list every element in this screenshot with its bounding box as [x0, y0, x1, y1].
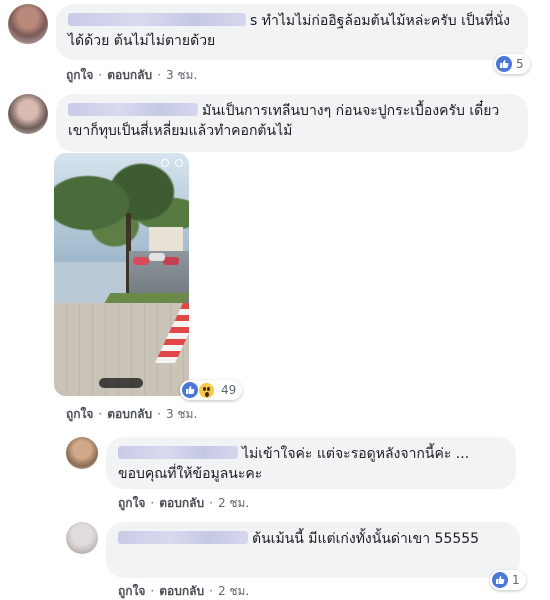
photo-car — [133, 257, 149, 265]
avatar[interactable] — [8, 94, 48, 134]
timestamp[interactable]: 2 ชม. — [218, 494, 249, 513]
reply-link[interactable]: ตอบกลับ — [107, 405, 152, 424]
separator: · — [98, 68, 103, 82]
photo-topbar — [60, 159, 183, 169]
separator: · — [209, 496, 213, 510]
like-link[interactable]: ถูกใจ — [66, 66, 93, 85]
photo-car — [163, 257, 179, 265]
reply-actions: ถูกใจ · ตอบกลับ · 2 ชม. — [118, 582, 249, 600]
commenter-name[interactable] — [118, 446, 238, 459]
reply-text: ต้นเม้นนี้ มีแต่เก่งทั้งนั้นด่าเขา 55555 — [252, 531, 480, 547]
timestamp[interactable]: 2 ชม. — [218, 582, 249, 600]
avatar[interactable] — [8, 4, 48, 44]
timestamp[interactable]: 3 ชม. — [166, 405, 197, 424]
comment-bubble: มันเป็นการเทลีนบางๆ ก่อนจะปูกระเบื้องครั… — [56, 94, 528, 152]
photo-dot — [175, 159, 183, 167]
reply-bubble: ไม่เข้าใจค่ะ แต่จะรอดูหลังจากนี้ค่ะ ... … — [106, 437, 516, 489]
separator: · — [157, 68, 161, 82]
like-link[interactable]: ถูกใจ — [118, 582, 145, 600]
avatar[interactable] — [66, 437, 98, 469]
like-icon — [182, 382, 198, 398]
like-icon — [496, 56, 512, 72]
reaction-count: 5 — [516, 57, 524, 71]
reply-link[interactable]: ตอบกลับ — [159, 582, 204, 600]
photo-caption — [99, 378, 143, 388]
photo-car — [149, 253, 165, 261]
photo-dot — [161, 159, 169, 167]
comment-actions: ถูกใจ · ตอบกลับ · 3 ชม. — [66, 66, 197, 85]
comment-actions: ถูกใจ · ตอบกลับ · 3 ชม. — [66, 405, 197, 424]
like-link[interactable]: ถูกใจ — [118, 494, 145, 513]
wow-icon — [198, 381, 215, 399]
avatar[interactable] — [66, 522, 98, 554]
separator: · — [157, 407, 161, 421]
timestamp[interactable]: 3 ชม. — [166, 66, 197, 85]
commenter-name[interactable] — [68, 13, 246, 26]
reaction-count: 49 — [221, 383, 237, 397]
comment-photo[interactable] — [54, 153, 189, 396]
separator: · — [98, 407, 103, 421]
reply-link[interactable]: ตอบกลับ — [107, 66, 152, 85]
separator: · — [150, 496, 155, 510]
reaction-summary[interactable]: 5 — [494, 54, 530, 74]
reaction-summary[interactable]: 1 — [490, 570, 526, 590]
commenter-name[interactable] — [118, 531, 248, 544]
reply-actions: ถูกใจ · ตอบกลับ · 2 ชม. — [118, 494, 249, 513]
reply-bubble: ต้นเม้นนี้ มีแต่เก่งทั้งนั้นด่าเขา 55555 — [106, 522, 520, 578]
comment-bubble: s ทำไมไม่ก่ออิฐล้อมต้นไม้หล่ะครับ เป็นที… — [56, 4, 528, 60]
reaction-summary[interactable]: 49 — [180, 380, 243, 400]
separator: · — [209, 584, 213, 598]
reply-link[interactable]: ตอบกลับ — [159, 494, 204, 513]
reaction-count: 1 — [512, 573, 520, 587]
like-link[interactable]: ถูกใจ — [66, 405, 93, 424]
separator: · — [150, 584, 155, 598]
commenter-name[interactable] — [68, 103, 198, 116]
like-icon — [492, 572, 508, 588]
